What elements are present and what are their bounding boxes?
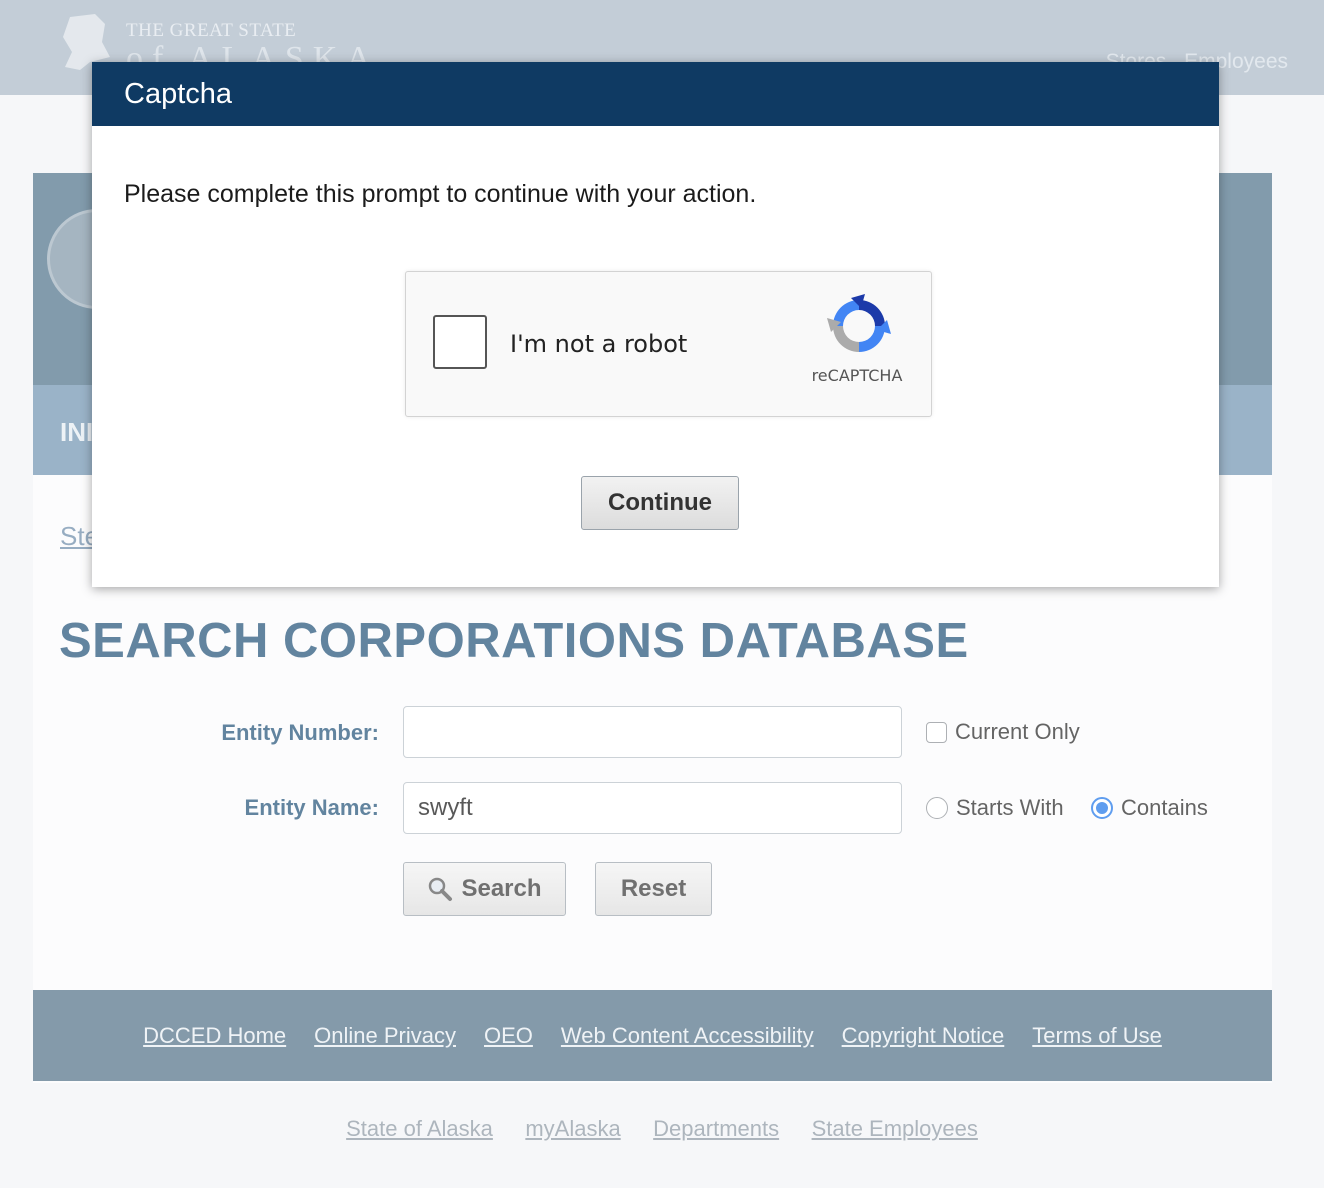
dialog-message: Please complete this prompt to continue … [124, 180, 757, 208]
continue-button[interactable]: Continue [581, 476, 739, 530]
recaptcha-label: I'm not a robot [510, 330, 688, 358]
dialog-title: Captcha [124, 77, 233, 110]
dialog-header: Captcha [92, 62, 1219, 126]
recaptcha-checkbox[interactable] [433, 315, 487, 369]
recaptcha-widget: I'm not a robot reCAPTCHA [405, 271, 932, 417]
recaptcha-brand: reCAPTCHA [811, 366, 903, 385]
recaptcha-logo-icon [827, 294, 891, 352]
captcha-dialog: Captcha Please complete this prompt to c… [92, 62, 1219, 587]
